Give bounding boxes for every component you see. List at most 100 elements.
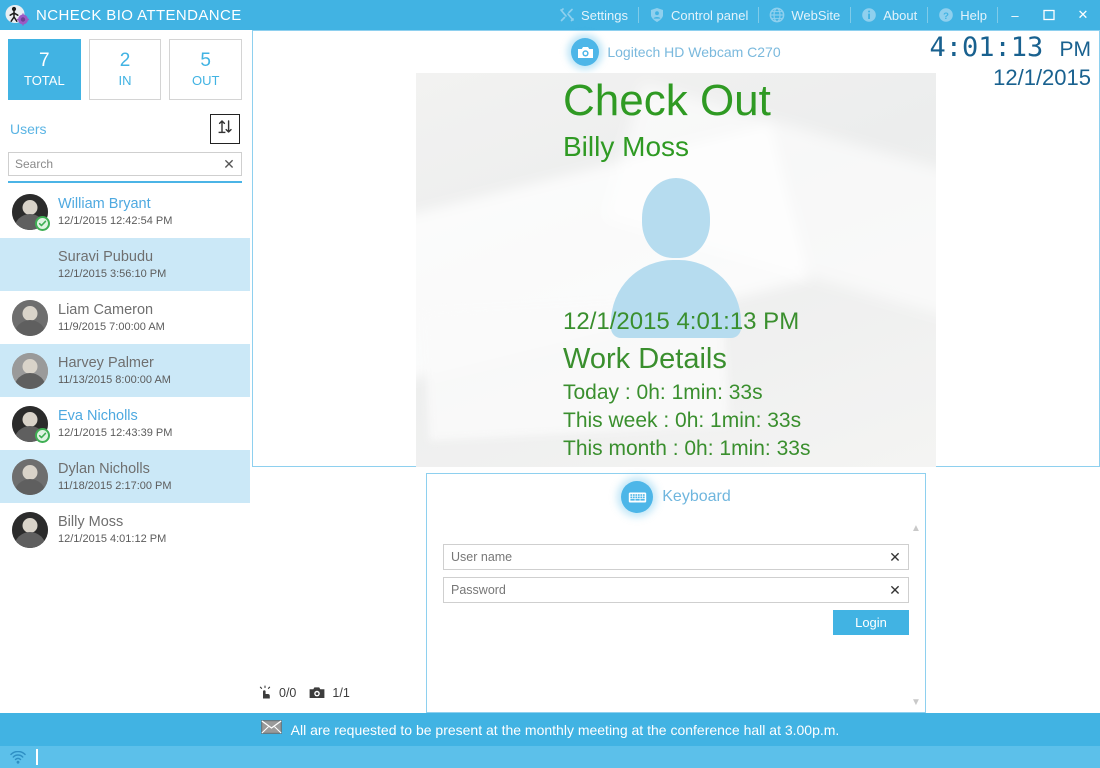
stat-out[interactable]: 5 OUT — [169, 39, 243, 100]
username-clear-icon[interactable]: ✕ — [882, 549, 908, 566]
minimize-button[interactable]: – — [998, 0, 1032, 30]
stat-total-value: 7 — [39, 50, 50, 71]
search-input[interactable] — [9, 153, 217, 175]
title-bar-menu: Settings Control panel WebSite About ? H… — [549, 0, 1100, 30]
status-bar — [0, 746, 1100, 768]
app-title: NCHECK BIO ATTENDANCE — [36, 6, 242, 24]
stat-in-value: 2 — [119, 50, 131, 71]
stat-in-label: IN — [118, 73, 132, 88]
stat-in[interactable]: 2 IN — [88, 39, 162, 100]
login-row: Login — [443, 610, 909, 635]
main-content: Logitech HD Webcam C270 4:01:13 PM 12/1/… — [250, 30, 1100, 735]
avatar — [12, 458, 48, 495]
menu-item-control-panel[interactable]: Control panel — [639, 0, 758, 30]
menu-item-website[interactable]: WebSite — [759, 0, 850, 30]
password-input[interactable] — [444, 578, 882, 602]
avatar — [12, 299, 48, 336]
username-field[interactable]: ✕ — [443, 544, 909, 570]
menu-item-settings-label: Settings — [581, 7, 629, 23]
menu-item-about[interactable]: About — [851, 0, 927, 30]
envelope-icon — [260, 720, 282, 739]
menu-item-help-label: Help — [960, 7, 987, 23]
camera-counter-icon — [309, 686, 325, 699]
list-item-time: 11/18/2015 2:17:00 PM — [58, 480, 172, 492]
fingerprint-counter-value: 0/0 — [279, 685, 297, 700]
user-list[interactable]: William Bryant 12/1/2015 12:42:54 PM Sur… — [0, 185, 250, 683]
clock-ampm: PM — [1059, 38, 1092, 61]
shield-person-icon — [649, 7, 665, 23]
login-button[interactable]: Login — [833, 610, 909, 635]
list-item-time: 11/13/2015 8:00:00 AM — [58, 374, 171, 386]
camera-feed — [416, 73, 936, 467]
keyboard-login-panel: Keyboard ✕ ✕ Login ▲ ▼ — [426, 473, 926, 713]
list-item-name: Suravi Pubudu — [58, 249, 154, 265]
camera-panel: Logitech HD Webcam C270 4:01:13 PM 12/1/… — [252, 30, 1100, 467]
stats-row: 7 TOTAL 2 IN 5 OUT — [0, 30, 250, 100]
fingerprint-touch-icon — [258, 685, 272, 700]
title-bar: NCHECK BIO ATTENDANCE Settings Control p… — [0, 0, 1100, 30]
keyboard-header: Keyboard — [427, 474, 925, 520]
notification-message: All are requested to be present at the m… — [290, 721, 840, 738]
stat-total-label: TOTAL — [23, 73, 65, 88]
maximize-button[interactable] — [1032, 0, 1066, 30]
users-label: Users — [10, 121, 47, 137]
camera-icon[interactable] — [571, 38, 600, 66]
login-form: ✕ ✕ Login — [427, 520, 925, 635]
list-item-name: Harvey Palmer — [58, 355, 154, 371]
stat-total[interactable]: 7 TOTAL — [8, 39, 81, 100]
list-item-time: 12/1/2015 4:01:12 PM — [58, 533, 167, 545]
search-clear-icon[interactable]: ✕ — [217, 153, 241, 175]
avatar — [12, 352, 48, 389]
list-item[interactable]: William Bryant 12/1/2015 12:42:54 PM — [0, 185, 250, 238]
camera-counter-value: 1/1 — [332, 685, 350, 700]
checked-in-badge-icon — [35, 215, 50, 231]
list-item-time: 12/1/2015 12:42:54 PM — [58, 215, 173, 227]
list-item-time: 12/1/2015 12:43:39 PM — [58, 427, 173, 439]
notification-bar: All are requested to be present at the m… — [0, 713, 1100, 746]
list-item[interactable]: Harvey Palmer 11/13/2015 8:00:00 AM — [0, 344, 250, 397]
clock-date: 12/1/2015 — [993, 65, 1091, 90]
list-item[interactable]: Liam Cameron 11/9/2015 7:00:00 AM — [0, 291, 250, 344]
clock-time-row: 4:01:13 PM — [929, 33, 1091, 65]
application-window: NCHECK BIO ATTENDANCE Settings Control p… — [0, 0, 1100, 768]
menu-item-settings[interactable]: Settings — [549, 0, 638, 30]
clock: 4:01:13 PM 12/1/2015 — [929, 33, 1091, 91]
device-counters: 0/0 1/1 — [258, 685, 350, 700]
avatar — [12, 193, 50, 231]
menu-item-control-panel-label: Control panel — [671, 7, 749, 23]
close-button[interactable]: ✕ — [1066, 0, 1100, 30]
list-item-time: 11/9/2015 7:00:00 AM — [58, 321, 165, 333]
info-icon — [861, 7, 877, 23]
stat-out-label: OUT — [191, 73, 220, 88]
wifi-icon[interactable] — [0, 750, 36, 764]
password-field[interactable]: ✕ — [443, 577, 909, 603]
username-input[interactable] — [444, 545, 882, 569]
chevron-down-icon[interactable]: ▼ — [911, 698, 921, 708]
list-item-name: Dylan Nicholls — [58, 461, 150, 477]
list-item[interactable]: Suravi Pubudu 12/1/2015 3:56:10 PM — [0, 238, 250, 291]
menu-item-about-label: About — [883, 7, 918, 23]
search-field[interactable]: ✕ — [8, 152, 242, 176]
clock-time: 4:01:13 — [929, 32, 1044, 63]
checked-in-badge-icon — [35, 427, 50, 443]
sort-arrows-icon — [217, 118, 234, 140]
keyboard-icon[interactable] — [621, 481, 654, 513]
users-header: Users — [0, 100, 250, 148]
list-item-time: 12/1/2015 3:56:10 PM — [58, 268, 167, 280]
list-item[interactable]: Dylan Nicholls 11/18/2015 2:17:00 PM — [0, 450, 250, 503]
tools-icon — [559, 7, 575, 23]
status-divider — [36, 749, 38, 765]
chevron-up-icon[interactable]: ▲ — [911, 524, 921, 534]
keyboard-panel-scrollbar[interactable]: ▲ ▼ — [908, 520, 924, 712]
menu-item-help[interactable]: ? Help — [928, 0, 997, 30]
list-item-name: Billy Moss — [58, 514, 124, 530]
camera-device-name: Logitech HD Webcam C270 — [607, 44, 781, 60]
sort-button[interactable] — [210, 114, 240, 144]
list-item[interactable]: Eva Nicholls 12/1/2015 12:43:39 PM — [0, 397, 250, 450]
svg-text:?: ? — [943, 11, 949, 22]
list-item[interactable]: Billy Moss 12/1/2015 4:01:12 PM — [0, 503, 250, 556]
stat-out-value: 5 — [200, 50, 211, 71]
password-clear-icon[interactable]: ✕ — [882, 582, 908, 599]
list-item-name: Liam Cameron — [58, 302, 154, 318]
globe-icon — [769, 7, 785, 23]
